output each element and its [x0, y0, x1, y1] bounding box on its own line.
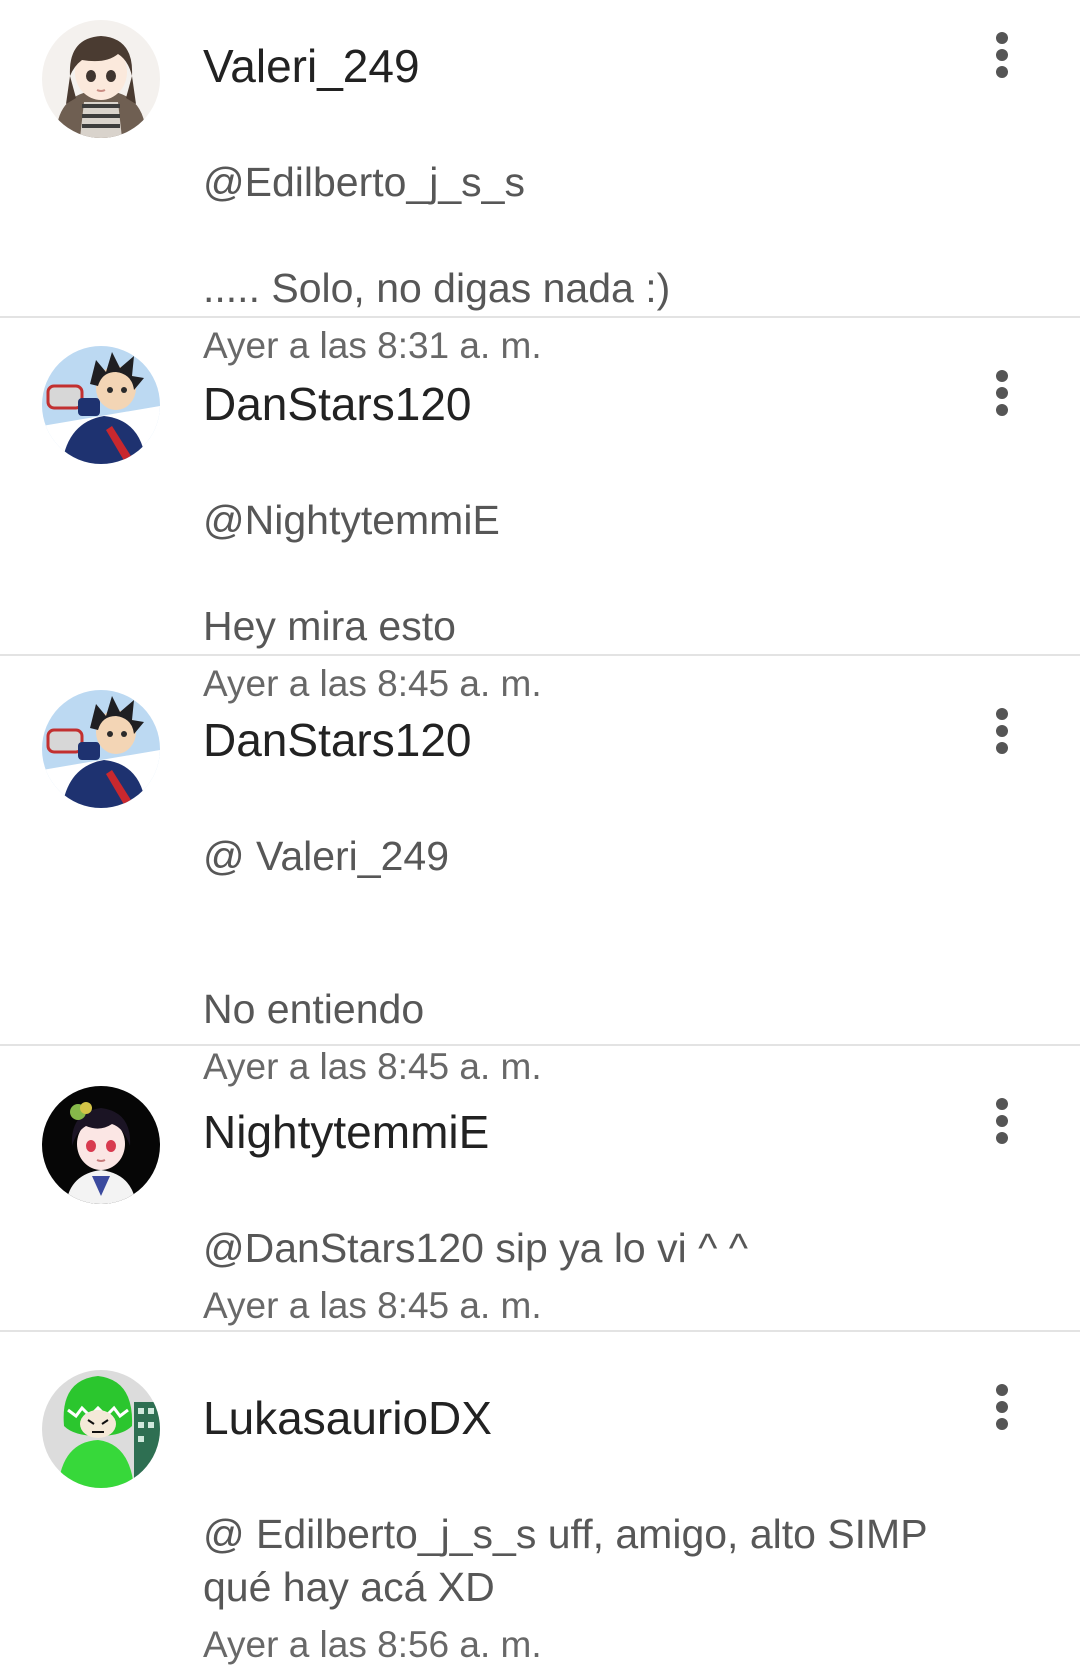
comment-item[interactable]: NightytemmiE @DanStars120 sip ya lo vi ^… [0, 1046, 1080, 1332]
comment-text: No entiendo [203, 986, 425, 1032]
comment-body: @DanStars120 sip ya lo vi ^ ^ [203, 1169, 980, 1275]
comment-body: @ Valeri_249 No entiendo [203, 777, 980, 1036]
comment-list: Valeri_249 @Edilberto_j_s_s ..... Solo, … [0, 0, 1080, 1665]
comment-content: DanStars120 @ Valeri_249 No entiendo Aye… [203, 712, 980, 1091]
comment-mention[interactable]: @Edilberto_j_s_s [203, 156, 980, 209]
comment-timestamp: Ayer a las 8:56 a. m. [203, 1624, 542, 1665]
comment-body: @NightytemmiE Hey mira esto [203, 441, 980, 653]
comment-body: @ Edilberto_j_s_s uff, amigo, alto SIMP … [203, 1455, 980, 1614]
comment-mention[interactable]: @ Valeri_249 [203, 830, 980, 883]
comment-content: LukasaurioDX @ Edilberto_j_s_s uff, amig… [203, 1390, 980, 1669]
comment-username[interactable]: DanStars120 [203, 376, 980, 432]
comment-username[interactable]: LukasaurioDX [203, 1390, 980, 1446]
comment-mention[interactable]: @DanStars120 [203, 1225, 484, 1271]
more-vertical-icon[interactable] [988, 706, 1018, 756]
comment-body: @Edilberto_j_s_s ..... Solo, no digas na… [203, 103, 980, 315]
comment-content: NightytemmiE @DanStars120 sip ya lo vi ^… [203, 1104, 980, 1330]
anime-girl-avatar-icon[interactable] [42, 20, 160, 138]
more-vertical-icon[interactable] [988, 1096, 1018, 1146]
comment-text: ..... Solo, no digas nada :) [203, 265, 671, 311]
anime-boy-avatar-icon[interactable] [42, 690, 160, 808]
more-vertical-icon[interactable] [988, 368, 1018, 418]
comment-item[interactable]: DanStars120 @ Valeri_249 No entiendo Aye… [0, 656, 1080, 1087]
comment-username[interactable]: Valeri_249 [203, 38, 980, 94]
more-vertical-icon[interactable] [988, 30, 1018, 80]
green-dino-avatar-icon[interactable] [42, 1370, 160, 1488]
comment-timestamp: Ayer a las 8:45 a. m. [203, 1285, 542, 1326]
anime-girl-dark-hair-avatar-icon[interactable] [42, 1086, 160, 1204]
comment-mention[interactable]: @ Edilberto_j_s_s [203, 1511, 536, 1557]
comment-item[interactable]: DanStars120 @NightytemmiE Hey mira esto … [0, 318, 1080, 704]
comment-mention[interactable]: @NightytemmiE [203, 494, 980, 547]
comment-item[interactable]: LukasaurioDX @ Edilberto_j_s_s uff, amig… [0, 1332, 1080, 1665]
more-vertical-icon[interactable] [988, 1382, 1018, 1432]
comment-text: Hey mira esto [203, 603, 456, 649]
comment-username[interactable]: NightytemmiE [203, 1104, 980, 1160]
comment-item[interactable]: Valeri_249 @Edilberto_j_s_s ..... Solo, … [0, 0, 1080, 366]
anime-boy-avatar-icon[interactable] [42, 346, 160, 464]
comment-username[interactable]: DanStars120 [203, 712, 980, 768]
comment-text: sip ya lo vi ^ ^ [483, 1225, 748, 1271]
